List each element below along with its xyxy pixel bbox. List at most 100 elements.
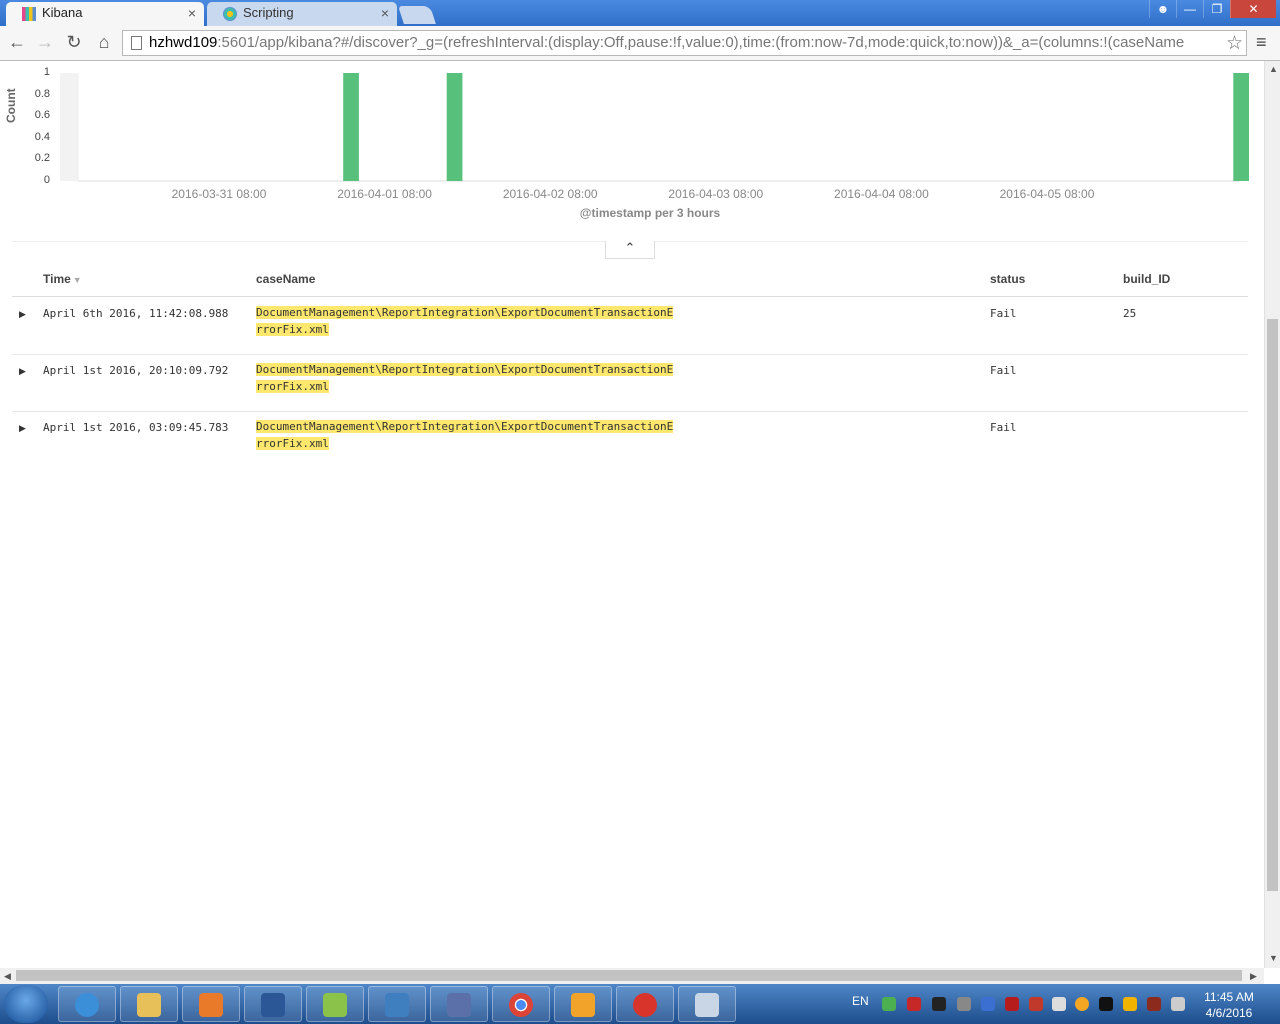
taskbar-network-app[interactable] <box>430 986 488 1022</box>
row-divider <box>12 411 1248 412</box>
clock-time: 11:45 AM <box>1204 990 1254 1004</box>
start-button[interactable] <box>4 985 48 1023</box>
chart-left-shade <box>60 73 78 181</box>
vertical-scrollbar[interactable]: ▲ ▼ <box>1264 61 1280 968</box>
chrome-menu-icon[interactable]: ≡ <box>1256 32 1267 53</box>
scroll-up-icon[interactable]: ▲ <box>1269 64 1278 74</box>
histogram-chart[interactable] <box>0 61 1264 186</box>
column-label: Time <box>43 272 71 286</box>
tray-app-icon[interactable] <box>1075 997 1089 1011</box>
minimize-button[interactable]: — <box>1176 0 1203 18</box>
row-casename: DocumentManagement\ReportIntegration\Exp… <box>256 361 716 395</box>
outlook-icon <box>571 993 595 1017</box>
new-tab-button[interactable] <box>398 6 436 24</box>
taskbar-internet-explorer[interactable] <box>58 986 116 1022</box>
tray-app-icon[interactable] <box>932 997 946 1011</box>
taskbar-power-app[interactable] <box>616 986 674 1022</box>
back-arrow-icon[interactable]: ← <box>6 32 28 53</box>
page-icon <box>131 36 142 50</box>
media-player-icon <box>199 993 223 1017</box>
row-status: Fail <box>990 421 1017 434</box>
x-tick-label: 2016-04-02 08:00 <box>502 187 598 201</box>
url-path: :5601/app/kibana?#/discover?_g=(refreshI… <box>217 34 1185 51</box>
tray-app-icon[interactable] <box>1099 997 1113 1011</box>
taskbar-remote-app[interactable] <box>368 986 426 1022</box>
restore-button[interactable]: ❐ <box>1203 0 1230 18</box>
row-casename: DocumentManagement\ReportIntegration\Exp… <box>256 304 716 338</box>
x-tick-label: 2016-04-03 08:00 <box>668 187 764 201</box>
column-header-time[interactable]: Time ▼ <box>43 272 82 286</box>
tray-app-icon[interactable] <box>957 997 971 1011</box>
expand-row-icon[interactable]: ▶ <box>19 423 26 434</box>
scroll-right-icon[interactable]: ▶ <box>1250 971 1257 982</box>
user-profile-icon[interactable]: ☻ <box>1149 0 1176 18</box>
expand-row-icon[interactable]: ▶ <box>19 309 26 320</box>
row-status: Fail <box>990 364 1017 377</box>
x-tick-label: 2016-03-31 08:00 <box>171 187 267 201</box>
scroll-down-icon[interactable]: ▼ <box>1269 953 1278 963</box>
taskbar-notepad-plus[interactable] <box>306 986 364 1022</box>
horizontal-scroll-thumb[interactable] <box>16 970 1242 981</box>
network-icon[interactable] <box>1171 997 1185 1011</box>
forward-arrow-icon[interactable]: → <box>34 32 56 53</box>
x-axis-title: @timestamp per 3 hours <box>579 206 721 220</box>
tab-scripting[interactable]: Scripting × <box>207 2 397 26</box>
volume-icon[interactable] <box>1052 997 1066 1011</box>
x-tick-label: 2016-04-05 08:00 <box>999 187 1095 201</box>
tray-app-icon[interactable] <box>907 997 921 1011</box>
taskbar-file-explorer[interactable] <box>120 986 178 1022</box>
column-header-casename[interactable]: caseName <box>256 272 315 286</box>
taskbar-chrome[interactable] <box>492 986 550 1022</box>
histogram-bar[interactable] <box>343 73 359 181</box>
folder-icon <box>137 993 161 1017</box>
taskbar-word[interactable] <box>244 986 302 1022</box>
notepad-plus-icon <box>323 993 347 1017</box>
taskbar-media-player[interactable] <box>182 986 240 1022</box>
collapse-chart-button[interactable]: ⌃ <box>605 241 655 259</box>
x-tick-label: 2016-04-01 08:00 <box>337 187 432 201</box>
shield-icon[interactable] <box>1005 997 1019 1011</box>
power-icon <box>633 993 657 1017</box>
address-bar[interactable]: hzhwd109:5601/app/kibana?#/discover?_g=(… <box>122 30 1247 56</box>
x-tick-label: 2016-04-04 08:00 <box>834 187 929 201</box>
scroll-left-icon[interactable]: ◀ <box>4 971 11 982</box>
vertical-scroll-thumb[interactable] <box>1267 319 1278 891</box>
network-icon <box>447 993 471 1017</box>
tab-kibana[interactable]: Kibana × <box>6 2 204 26</box>
histogram-bar[interactable] <box>446 73 463 181</box>
kibana-favicon-icon <box>22 7 36 21</box>
browser-toolbar: ← → ↻ ⌂ hzhwd109:5601/app/kibana?#/disco… <box>0 26 1280 61</box>
column-header-status[interactable]: status <box>990 272 1025 286</box>
tray-app-icon[interactable] <box>981 997 995 1011</box>
close-tab-icon[interactable]: × <box>381 5 389 21</box>
casename-highlight: DocumentManagement\ReportIntegration\Exp… <box>256 306 674 319</box>
tray-app-icon[interactable] <box>1147 997 1161 1011</box>
sort-down-icon[interactable]: ▼ <box>73 275 82 285</box>
chevron-up-icon: ⌃ <box>624 240 636 255</box>
casename-highlight: rrorFix.xml <box>256 380 329 393</box>
taskbar-outlook[interactable] <box>554 986 612 1022</box>
column-header-build-id[interactable]: build_ID <box>1123 272 1170 286</box>
close-tab-icon[interactable]: × <box>188 5 196 21</box>
taskbar-paint[interactable] <box>678 986 736 1022</box>
casename-highlight: rrorFix.xml <box>256 323 329 336</box>
browser-titlebar: Kibana × Scripting × ☻ — ❐ ✕ <box>0 0 1280 26</box>
tray-app-icon[interactable] <box>882 997 896 1011</box>
clock[interactable]: 11:45 AM 4/6/2016 <box>1196 989 1262 1021</box>
expand-row-icon[interactable]: ▶ <box>19 366 26 377</box>
reload-icon[interactable]: ↻ <box>63 32 85 53</box>
close-window-button[interactable]: ✕ <box>1230 0 1276 18</box>
casename-highlight: rrorFix.xml <box>256 437 329 450</box>
histogram-bar[interactable] <box>1233 73 1249 181</box>
home-icon[interactable]: ⌂ <box>93 32 115 53</box>
row-time: April 1st 2016, 20:10:09.792 <box>43 364 229 377</box>
row-build-id: 25 <box>1123 307 1137 320</box>
row-status: Fail <box>990 307 1017 320</box>
bookmark-star-icon[interactable]: ☆ <box>1226 32 1243 55</box>
kibana-discover-page: Count 1 0.8 0.6 0.4 0.2 0 2016-03-31 08:00 201… <box>0 61 1264 968</box>
language-indicator[interactable]: EN <box>852 994 869 1008</box>
horizontal-scrollbar[interactable]: ◀ ▶ <box>0 968 1264 984</box>
tray-app-icon[interactable] <box>1123 997 1137 1011</box>
row-time: April 1st 2016, 03:09:45.783 <box>43 421 229 434</box>
tray-app-icon[interactable] <box>1029 997 1043 1011</box>
